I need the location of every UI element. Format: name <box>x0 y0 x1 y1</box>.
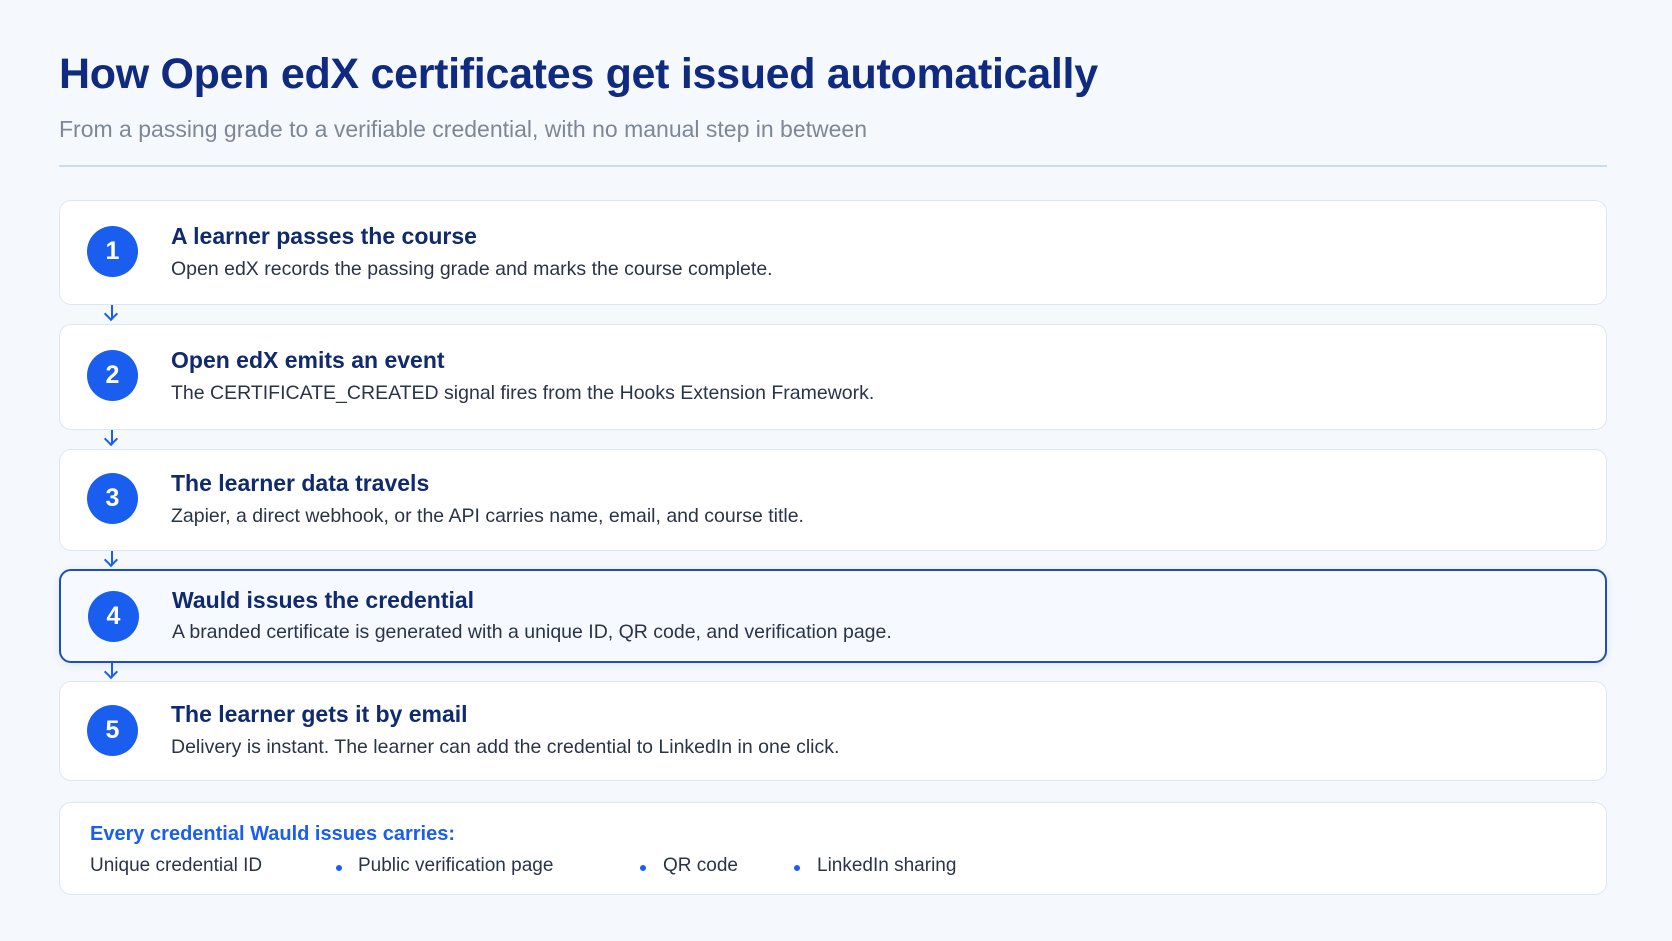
step-number-badge: 4 <box>88 591 139 642</box>
step-card-2: 2 Open edX emits an event The CERTIFICAT… <box>59 324 1607 430</box>
step-number-badge: 1 <box>87 226 138 277</box>
step-title: The learner gets it by email <box>171 701 468 727</box>
step-number-badge: 2 <box>87 350 138 401</box>
step-number-badge: 5 <box>87 705 138 756</box>
step-title: The learner data travels <box>171 470 430 496</box>
step-card-1: 1 A learner passes the course Open edX r… <box>59 200 1607 305</box>
step-title: A learner passes the course <box>171 223 477 249</box>
feature-item: Public verification page <box>358 855 554 876</box>
arrow-down-icon <box>111 430 113 444</box>
step-description: A branded certificate is generated with … <box>172 621 892 643</box>
step-description: The CERTIFICATE_CREATED signal fires fro… <box>171 382 875 404</box>
step-title: Open edX emits an event <box>171 347 445 373</box>
arrow-down-icon <box>111 663 113 677</box>
page-subtitle: From a passing grade to a verifiable cre… <box>59 116 868 142</box>
feature-item: Unique credential ID <box>90 855 263 876</box>
step-description: Zapier, a direct webhook, or the API car… <box>171 505 804 527</box>
arrow-down-icon <box>111 551 113 565</box>
bullet-icon <box>336 865 342 871</box>
feature-item: LinkedIn sharing <box>817 855 957 876</box>
step-card-3: 3 The learner data travels Zapier, a dir… <box>59 449 1607 551</box>
step-card-4-highlighted: 4 Wauld issues the credential A branded … <box>59 569 1607 663</box>
step-title: Wauld issues the credential <box>172 587 475 613</box>
step-number-badge: 3 <box>87 473 138 524</box>
page-title: How Open edX certificates get issued aut… <box>59 50 1098 98</box>
features-heading: Every credential Wauld issues carries: <box>90 823 455 845</box>
feature-item: QR code <box>663 855 738 876</box>
arrow-down-icon <box>111 305 113 319</box>
bullet-icon <box>640 865 646 871</box>
header-divider <box>59 165 1607 167</box>
step-description: Delivery is instant. The learner can add… <box>171 736 840 758</box>
step-card-5: 5 The learner gets it by email Delivery … <box>59 681 1607 781</box>
bullet-icon <box>794 865 800 871</box>
credential-features-box: Every credential Wauld issues carries: U… <box>59 802 1607 895</box>
step-description: Open edX records the passing grade and m… <box>171 258 773 280</box>
